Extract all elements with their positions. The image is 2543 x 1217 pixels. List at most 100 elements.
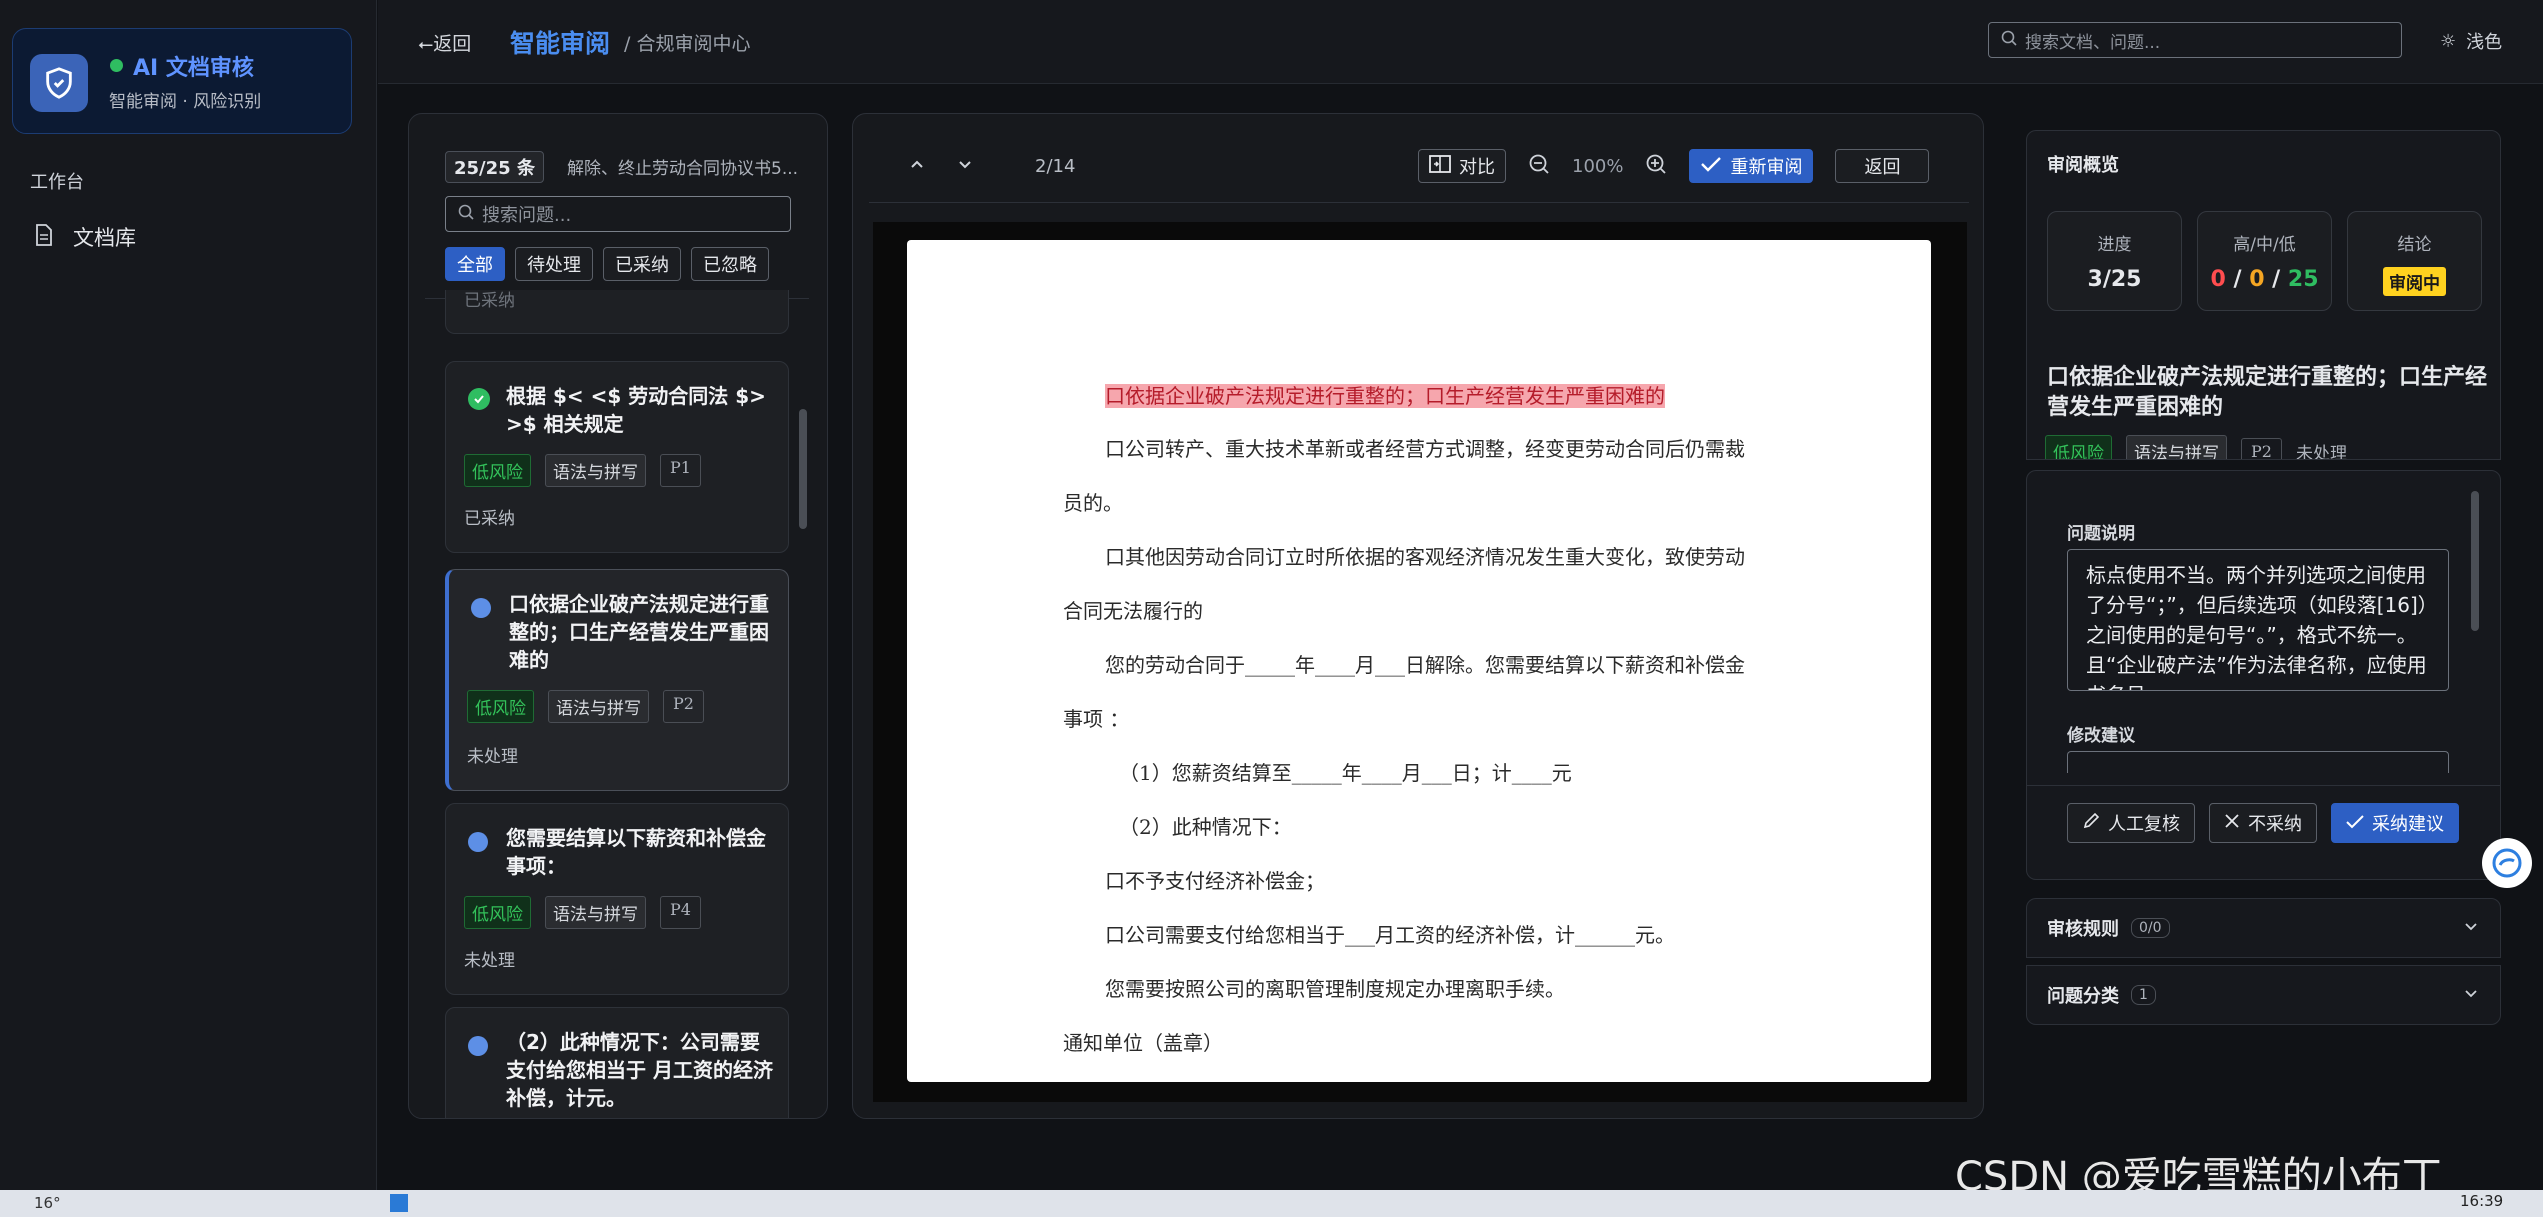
doc-toolbar: 对比 100% 重新审阅 返回 <box>1418 149 1930 183</box>
scrollbar[interactable] <box>799 409 807 529</box>
search-placeholder: 搜索文档、问题... <box>2025 32 2161 53</box>
page-badge: P4 <box>660 896 701 929</box>
status-dot-icon <box>468 1036 488 1056</box>
doc-line: 口不予支付经济补偿金； <box>1105 869 1325 893</box>
issue-detail: 问题说明 标点使用不当。两个并列选项之间使用了分号“；”，但后续选项（如段落[1… <box>2026 470 2501 880</box>
clock[interactable]: 16:39 <box>2460 1192 2503 1210</box>
sun-icon: ☼ <box>2440 30 2457 52</box>
rereview-button[interactable]: 重新审阅 <box>1689 149 1814 183</box>
highlighted-text[interactable]: 口依据企业破产法规定进行重整的；口生产经营发生严重困难的 <box>1105 384 1665 408</box>
separator: / <box>2233 267 2242 292</box>
stat-label: 进度 <box>2097 235 2132 255</box>
issue-list-panel: 25/25 条 解除、终止劳动合同协议书5... 搜索问题... 全部 待处理 … <box>408 113 828 1119</box>
count-badge: 1 <box>2131 985 2156 1005</box>
reject-button[interactable]: 不采纳 <box>2209 803 2317 843</box>
card-status: 已采纳 <box>464 509 515 529</box>
weather-readout[interactable]: 16° <box>34 1194 61 1212</box>
manual-review-button[interactable]: 人工复核 <box>2067 803 2195 843</box>
suggestion-textarea[interactable] <box>2067 751 2449 773</box>
zoom-in-icon[interactable] <box>1645 153 1667 179</box>
back-button[interactable]: 返回 <box>1835 149 1930 183</box>
category-badge: 语法与拼写 <box>545 896 646 929</box>
scrollbar[interactable] <box>2471 491 2479 631</box>
shield-icon <box>30 54 88 112</box>
stat-label: 高/中/低 <box>2233 235 2296 255</box>
doc-line: （1）您薪资结算至_____年____月___日；计____元 <box>1119 761 1572 785</box>
risk-mid-count: 0 <box>2249 267 2265 292</box>
pencil-icon <box>2082 812 2100 835</box>
top-bar: ⭠返回 智能审阅 / 合规审阅中心 搜索文档、问题... ☼ 浅色 <box>378 0 2543 84</box>
sidebar: AI 文档审核 智能审阅 · 风险识别 工作台 文档库 <box>0 0 377 1190</box>
list-item[interactable]: 您需要结算以下薪资和补偿金事项： 低风险 语法与拼写 P4 未处理 <box>445 803 789 995</box>
filter-ignored[interactable]: 已忽略 <box>691 247 769 281</box>
check-icon <box>1700 156 1722 177</box>
divider <box>869 202 1969 203</box>
theme-toggle[interactable]: ☼ 浅色 <box>2440 28 2502 54</box>
rules-accordion[interactable]: 审核规则 0/0 <box>2026 898 2501 958</box>
stat-label: 结论 <box>2397 235 2432 255</box>
risk-badge: 低风险 <box>464 454 531 487</box>
category-accordion[interactable]: 问题分类 1 <box>2026 965 2501 1025</box>
card-tags: 低风险 语法与拼写 P2 <box>467 690 704 723</box>
risk-badge: 低风险 <box>2045 435 2112 459</box>
stat-progress: 进度 3/25 <box>2047 211 2182 311</box>
theme-label: 浅色 <box>2466 32 2503 53</box>
accordion-title: 审核规则 <box>2047 919 2119 940</box>
page-indicator: 2/14 <box>1035 156 1076 177</box>
doc-line: 事项 ： <box>1063 707 1130 731</box>
assistant-fab-icon[interactable] <box>2482 838 2532 888</box>
stat-risk: 高/中/低 0 / 0 / 25 <box>2197 211 2332 311</box>
doc-line: 口其他因劳动合同订立时所依据的客观经济情况发生重大变化，致使劳动 <box>1105 545 1745 569</box>
windows-start-icon[interactable] <box>390 1194 408 1212</box>
doc-line: 员的。 <box>1063 491 1123 515</box>
list-item[interactable]: 根据 $< <$ 劳动合同法 $> >$ 相关规定 低风险 语法与拼写 P1 已… <box>445 361 789 553</box>
compare-button[interactable]: 对比 <box>1418 149 1506 183</box>
reject-label: 不采纳 <box>2248 814 2302 835</box>
doc-line: 口公司转产、重大技术革新或者经营方式调整，经变更劳动合同后仍需裁 <box>1105 437 1745 461</box>
compare-label: 对比 <box>1459 157 1495 178</box>
risk-counts: 0 / 0 / 25 <box>2198 267 2331 292</box>
search-placeholder: 搜索问题... <box>482 205 572 226</box>
page-badge: P2 <box>2241 438 2282 459</box>
category-badge: 语法与拼写 <box>545 454 646 487</box>
os-taskbar: 16° 16:39 <box>0 1190 2543 1217</box>
document-viewer: 2/14 对比 100% 重新审阅 返回 口依据企业破产法规定进行重整的；口生产… <box>852 113 1984 1119</box>
card-tags: 低风险 语法与拼写 P4 <box>464 896 701 929</box>
list-item-selected[interactable]: 口依据企业破产法规定进行重整的；口生产经营发生严重困难的 低风险 语法与拼写 P… <box>445 569 789 791</box>
overview-title: 审阅概览 <box>2047 155 2119 176</box>
doc-line: 您需要按照公司的离职管理制度规定办理离职手续。 <box>1105 977 1565 1001</box>
search-icon <box>2001 30 2017 51</box>
risk-badge: 低风险 <box>467 690 534 723</box>
sidebar-item-label: 文档库 <box>73 226 136 250</box>
back-link[interactable]: ⭠返回 <box>418 29 471 56</box>
accept-label: 采纳建议 <box>2372 814 2444 835</box>
sidebar-item-doclib[interactable]: 文档库 <box>35 222 136 252</box>
card-title: 口依据企业破产法规定进行重整的；口生产经营发生严重困难的 <box>509 592 769 672</box>
manual-review-label: 人工复核 <box>2108 814 2180 835</box>
zoom-out-icon[interactable] <box>1528 153 1550 179</box>
issue-title: 口依据企业破产法规定进行重整的；口生产经营发生严重困难的 <box>2047 365 2488 420</box>
doc-line: 合同无法履行的 <box>1063 599 1203 623</box>
issue-tags: 低风险 语法与拼写 P2 未处理 <box>2045 435 2347 459</box>
card-status: 未处理 <box>467 747 518 767</box>
filter-accepted[interactable]: 已采纳 <box>603 247 681 281</box>
filter-all[interactable]: 全部 <box>445 247 505 281</box>
risk-high-count: 0 <box>2210 267 2226 292</box>
brand-card[interactable]: AI 文档审核 智能审阅 · 风险识别 <box>12 28 352 134</box>
separator: / <box>2272 267 2281 292</box>
suggestion-label: 修改建议 <box>2067 726 2135 746</box>
search-input[interactable]: 搜索文档、问题... <box>1988 22 2402 58</box>
card-title: 根据 $< <$ 劳动合同法 $> >$ 相关规定 <box>506 384 766 436</box>
search-icon <box>458 204 474 225</box>
issue-search-input[interactable]: 搜索问题... <box>445 196 791 232</box>
list-item[interactable]: 已采纳 <box>445 290 789 334</box>
chevron-up-icon[interactable] <box>907 154 927 178</box>
accept-button[interactable]: 采纳建议 <box>2331 803 2459 843</box>
count-badge: 0/0 <box>2131 918 2170 938</box>
list-item[interactable]: （2）此种情况下：公司需要支付给您相当于 月工资的经济补偿，计元。 <box>445 1007 789 1118</box>
chevron-down-icon[interactable] <box>955 154 975 178</box>
action-bar: 人工复核 不采纳 采纳建议 <box>2067 803 2459 843</box>
breadcrumb: / 合规审阅中心 <box>624 33 751 55</box>
desc-textarea[interactable]: 标点使用不当。两个并列选项之间使用了分号“；”，但后续选项（如段落[16]）之间… <box>2067 549 2449 691</box>
filter-pending[interactable]: 待处理 <box>515 247 593 281</box>
